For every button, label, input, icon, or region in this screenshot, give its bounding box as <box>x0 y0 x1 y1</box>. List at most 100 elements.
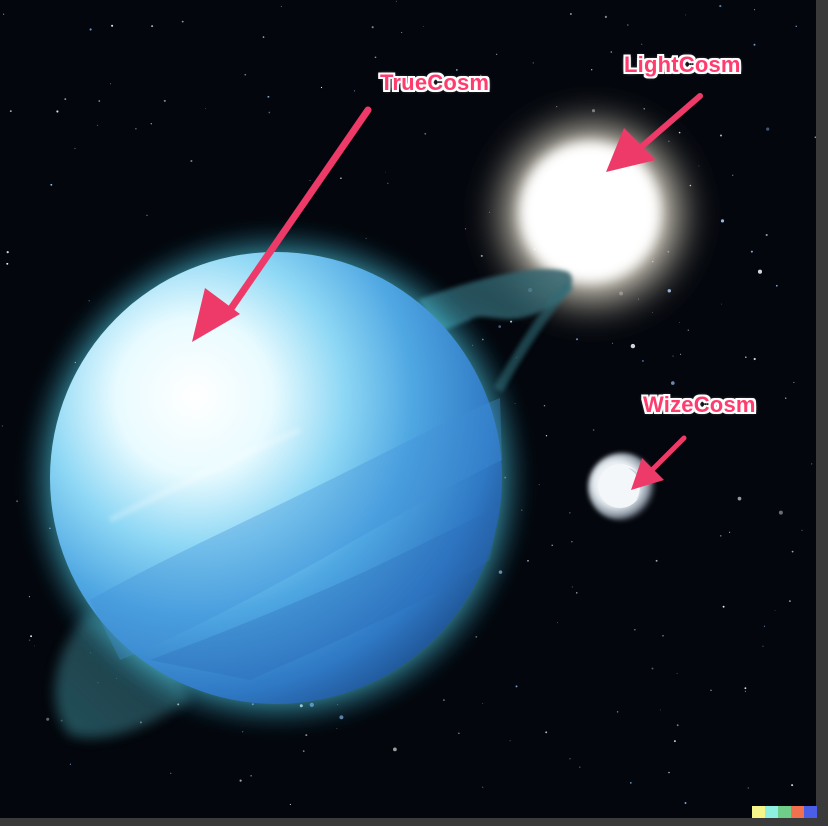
star-dot <box>46 717 50 721</box>
star-dot <box>545 731 548 734</box>
star-dot <box>719 134 723 137</box>
star-dot <box>515 685 518 688</box>
star-dot <box>571 586 573 588</box>
star-dot <box>630 343 636 349</box>
star-dot <box>401 31 403 34</box>
star-dot <box>629 782 632 784</box>
star-dot <box>788 600 791 603</box>
star-dot <box>1 425 4 427</box>
star-dot <box>482 703 484 704</box>
star-dot <box>729 531 731 533</box>
star-dot <box>267 95 270 98</box>
star-dot <box>111 24 114 27</box>
star-dot <box>320 86 323 89</box>
star-dot <box>354 90 356 92</box>
star-dot <box>750 250 753 253</box>
star-dot <box>710 689 712 692</box>
star-dot <box>774 609 776 611</box>
signature-swatch <box>752 806 765 818</box>
star-dot <box>571 541 573 543</box>
star-dot <box>89 28 92 31</box>
star-dot <box>579 766 581 768</box>
star-dot <box>801 529 803 531</box>
star-dot <box>442 699 445 702</box>
star-dot <box>395 0 397 2</box>
star-dot <box>88 300 90 302</box>
star-dot <box>721 303 722 305</box>
star-dot <box>170 772 172 774</box>
star-dot <box>576 592 578 594</box>
star-dot <box>135 128 137 130</box>
star-dot <box>538 484 540 486</box>
star-dot <box>387 182 389 184</box>
signature-swatch <box>804 806 817 818</box>
star-dot <box>662 634 664 637</box>
star-dot <box>250 775 252 777</box>
star-dot <box>592 429 595 431</box>
star-dot <box>722 605 725 608</box>
star-dot <box>811 463 813 465</box>
star-dot <box>685 14 687 16</box>
star-dot <box>795 25 797 27</box>
star-dot <box>766 127 770 131</box>
star-dot <box>610 51 613 53</box>
wizecosm-label: WizeCosm <box>643 392 756 417</box>
star-dot <box>163 99 166 102</box>
star-dot <box>659 709 661 711</box>
lightcosm-label: LightCosm <box>624 52 741 77</box>
star-dot <box>262 36 265 38</box>
star-dot <box>684 802 687 804</box>
star-dot <box>465 228 467 230</box>
star-dot <box>753 43 756 46</box>
star-dot <box>16 500 19 503</box>
star-dot <box>527 560 529 562</box>
star-dot <box>28 639 31 641</box>
star-dot <box>673 740 676 743</box>
star-dot <box>676 724 679 727</box>
star-dot <box>793 381 795 383</box>
star-dot <box>385 171 386 173</box>
star-dot <box>336 728 338 730</box>
star-dot <box>289 803 291 805</box>
star-dot <box>34 645 36 647</box>
star-dot <box>641 359 644 362</box>
star-dot <box>340 177 342 180</box>
star-dot <box>424 132 427 135</box>
star-dot <box>543 404 546 407</box>
star-dot <box>668 771 670 774</box>
star-dot <box>744 687 747 690</box>
star-dot <box>268 111 271 114</box>
star-dot <box>612 342 613 344</box>
star-dot <box>765 233 768 237</box>
star-dot <box>482 786 484 788</box>
star-dot <box>591 69 593 71</box>
star-dot <box>98 100 101 102</box>
star-dot <box>545 435 548 437</box>
star-dot <box>3 13 5 15</box>
star-dot <box>753 357 756 361</box>
star-dot <box>557 622 558 624</box>
star-dot <box>778 510 783 515</box>
star-dot <box>551 544 553 547</box>
star-dot <box>655 559 658 562</box>
star-dot <box>576 338 578 341</box>
star-dot <box>510 320 513 323</box>
star-dot <box>305 734 308 737</box>
star-dot <box>737 496 742 501</box>
star-dot <box>785 397 787 399</box>
star-dot <box>641 43 643 45</box>
signature-swatch <box>765 806 778 818</box>
star-dot <box>496 53 498 55</box>
star-dot <box>604 15 608 18</box>
star-dot <box>671 381 675 385</box>
star-dot <box>687 329 689 331</box>
star-dot <box>96 124 99 127</box>
star-dot <box>775 284 778 287</box>
star-dot <box>498 325 502 328</box>
star-dot <box>30 635 33 638</box>
star-dot <box>570 13 572 15</box>
star-dot <box>719 5 722 8</box>
star-dot <box>422 26 424 27</box>
star-dot <box>244 73 247 76</box>
star-dot <box>747 787 749 789</box>
